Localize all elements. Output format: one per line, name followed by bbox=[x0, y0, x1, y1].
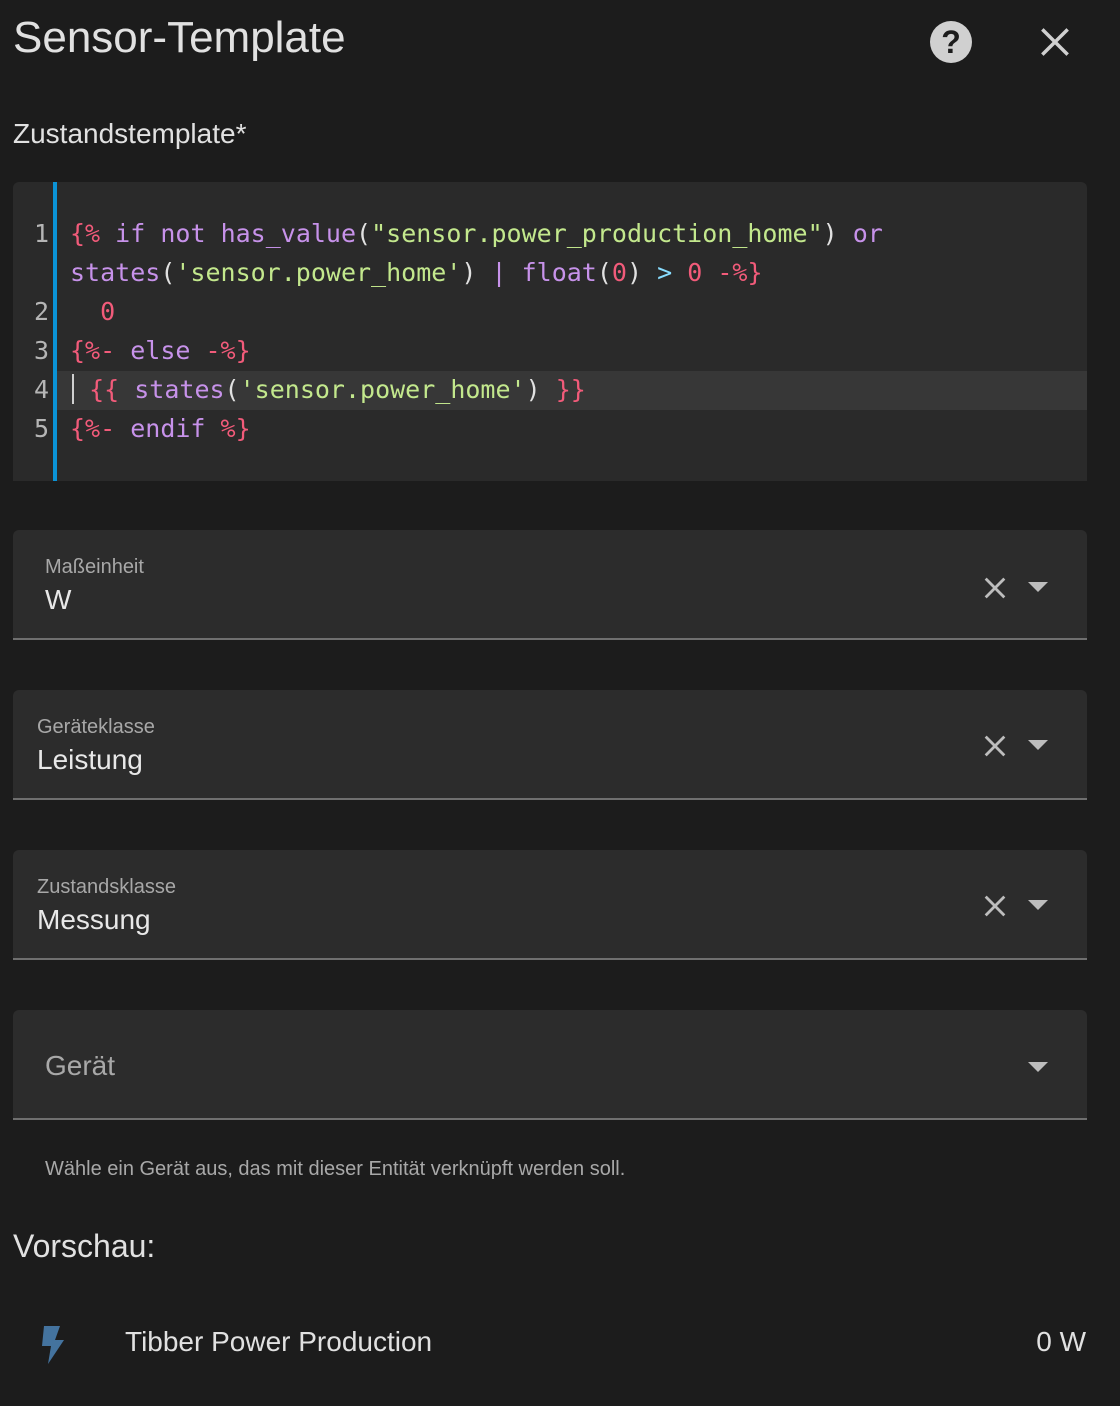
preview-entity-state: 0 W bbox=[1036, 1326, 1086, 1357]
line-number: 5 bbox=[33, 414, 49, 443]
code-line: states('sensor.power_home') | float(0) >… bbox=[70, 258, 763, 287]
device-select[interactable]: Gerät bbox=[13, 1010, 1087, 1120]
device-class-label: Geräteklasse bbox=[37, 716, 155, 738]
preview-entity-name[interactable]: Tibber Power Production bbox=[125, 1326, 432, 1358]
device-helper-text: Wähle ein Gerät aus, das mit dieser Enti… bbox=[45, 1158, 626, 1180]
line-number: 4 bbox=[33, 375, 49, 404]
device-class-select[interactable]: Geräteklasse Leistung bbox=[13, 690, 1087, 800]
state-template-label: Zustandstemplate* bbox=[13, 118, 247, 149]
code-line: {{ states('sensor.power_home') }} bbox=[70, 370, 586, 409]
clear-icon[interactable] bbox=[981, 892, 1009, 920]
close-icon[interactable] bbox=[1036, 23, 1074, 61]
clear-icon[interactable] bbox=[981, 574, 1009, 602]
code-line: {% if not has_value("sensor.power_produc… bbox=[70, 219, 883, 248]
dialog-title: Sensor-Template bbox=[13, 13, 346, 62]
code-line: {%- endif %} bbox=[70, 414, 251, 443]
clear-icon[interactable] bbox=[981, 732, 1009, 760]
help-button[interactable]: ? bbox=[930, 21, 972, 63]
state-class-select[interactable]: Zustandsklasse Messung bbox=[13, 850, 1087, 960]
chevron-down-icon[interactable] bbox=[1027, 1060, 1049, 1074]
state-class-value: Messung bbox=[37, 904, 151, 935]
chevron-down-icon[interactable] bbox=[1027, 898, 1049, 912]
unit-label: Maßeinheit bbox=[45, 556, 144, 578]
line-number: 2 bbox=[33, 297, 49, 326]
code-line: {%- else -%} bbox=[70, 336, 251, 365]
device-placeholder: Gerät bbox=[45, 1050, 116, 1081]
code-line: 0 bbox=[100, 297, 116, 326]
state-class-label: Zustandsklasse bbox=[37, 876, 176, 898]
code-editor[interactable]: 1 2 3 4 5 {% if not has_value("sensor.po… bbox=[13, 182, 1087, 481]
chevron-down-icon[interactable] bbox=[1027, 738, 1049, 752]
chevron-down-icon[interactable] bbox=[1027, 580, 1049, 594]
flash-icon bbox=[42, 1326, 64, 1364]
help-circle-icon: ? bbox=[941, 24, 961, 60]
line-number: 3 bbox=[33, 336, 49, 365]
device-class-value: Leistung bbox=[37, 744, 143, 775]
unit-select[interactable]: Maßeinheit W bbox=[13, 530, 1087, 640]
preview-title: Vorschau: bbox=[13, 1228, 156, 1264]
focus-bar bbox=[53, 182, 57, 481]
line-number: 1 bbox=[33, 219, 49, 248]
unit-value: W bbox=[45, 584, 72, 615]
